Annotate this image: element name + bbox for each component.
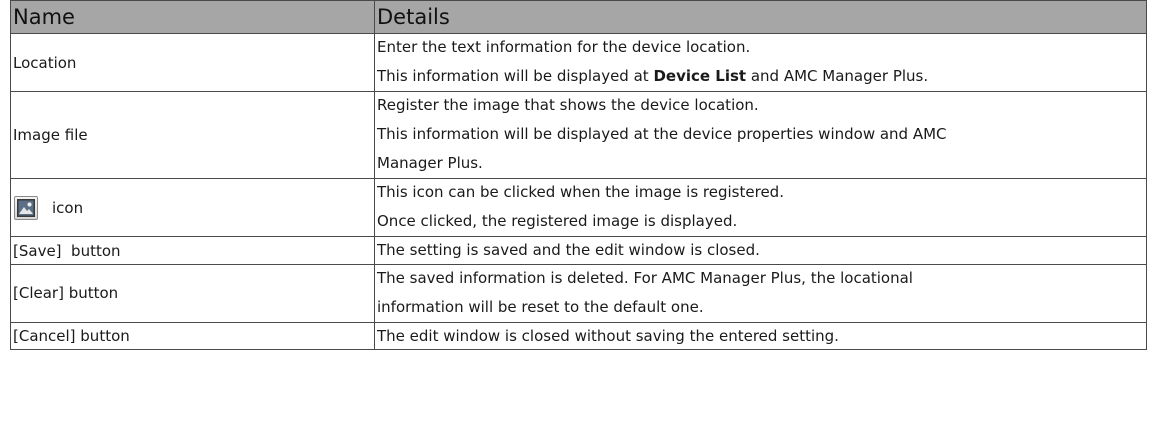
row-details: The edit window is closed without saving…: [374, 321, 1147, 350]
row-name: Image file: [10, 91, 375, 179]
image-icon: [14, 195, 38, 220]
row-name: [Save] button: [10, 236, 375, 265]
details-bold-text: Device List: [653, 67, 747, 85]
details-line: Register the image that shows the device…: [377, 96, 759, 114]
details-line: Enter the text information for the devic…: [377, 38, 751, 56]
header-row: Name Details: [10, 0, 1147, 34]
header-name: Name: [10, 0, 375, 34]
details-text: and AMC Manager Plus.: [746, 67, 929, 85]
row-details: Register the image that shows the device…: [374, 91, 1147, 179]
details-line: The saved information is deleted. For AM…: [377, 268, 913, 287]
table-row-image-file: Image file Register the image that shows…: [10, 91, 1147, 179]
header-details: Details: [374, 0, 1147, 34]
row-name: [Cancel] button: [10, 321, 375, 350]
row-name: Location: [10, 33, 375, 92]
row-details: The saved information is deleted. For AM…: [374, 263, 1147, 323]
spec-table: Name Details Location Enter the text inf…: [10, 0, 1147, 350]
details-line: The edit window is closed without saving…: [377, 326, 839, 345]
table-row-clear: [Clear] button The saved information is …: [10, 263, 1147, 323]
row-name-label: Image file: [13, 126, 88, 145]
details-line: Once clicked, the registered image is di…: [377, 212, 738, 230]
row-details: This icon can be clicked when the image …: [374, 178, 1147, 237]
table-row-cancel: [Cancel] button The edit window is close…: [10, 321, 1147, 350]
row-details: The setting is saved and the edit window…: [374, 236, 1147, 265]
details-line: The setting is saved and the edit window…: [377, 241, 760, 260]
table-row-location: Location Enter the text information for …: [10, 33, 1147, 92]
details-line: Manager Plus.: [377, 154, 483, 172]
row-name-label: [Save] button: [13, 241, 121, 260]
row-details: Enter the text information for the devic…: [374, 33, 1147, 92]
row-name-label: [Cancel] button: [13, 327, 130, 345]
row-name-label: Location: [13, 53, 77, 72]
row-name: icon: [10, 178, 375, 237]
details-line: This information will be displayed at th…: [377, 125, 947, 143]
details-line: information will be reset to the default…: [377, 297, 704, 316]
row-name: [Clear] button: [10, 263, 375, 323]
details-line: This icon can be clicked when the image …: [377, 183, 784, 201]
details-text: This information will be displayed at: [377, 67, 654, 85]
table-row-save: [Save] button The setting is saved and t…: [10, 236, 1147, 265]
row-name-label: [Clear] button: [13, 284, 119, 303]
table-row-icon: icon This icon can be clicked when the i…: [10, 178, 1147, 237]
details-line: This information will be displayed at De…: [377, 62, 1146, 91]
row-name-label: icon: [52, 198, 84, 217]
